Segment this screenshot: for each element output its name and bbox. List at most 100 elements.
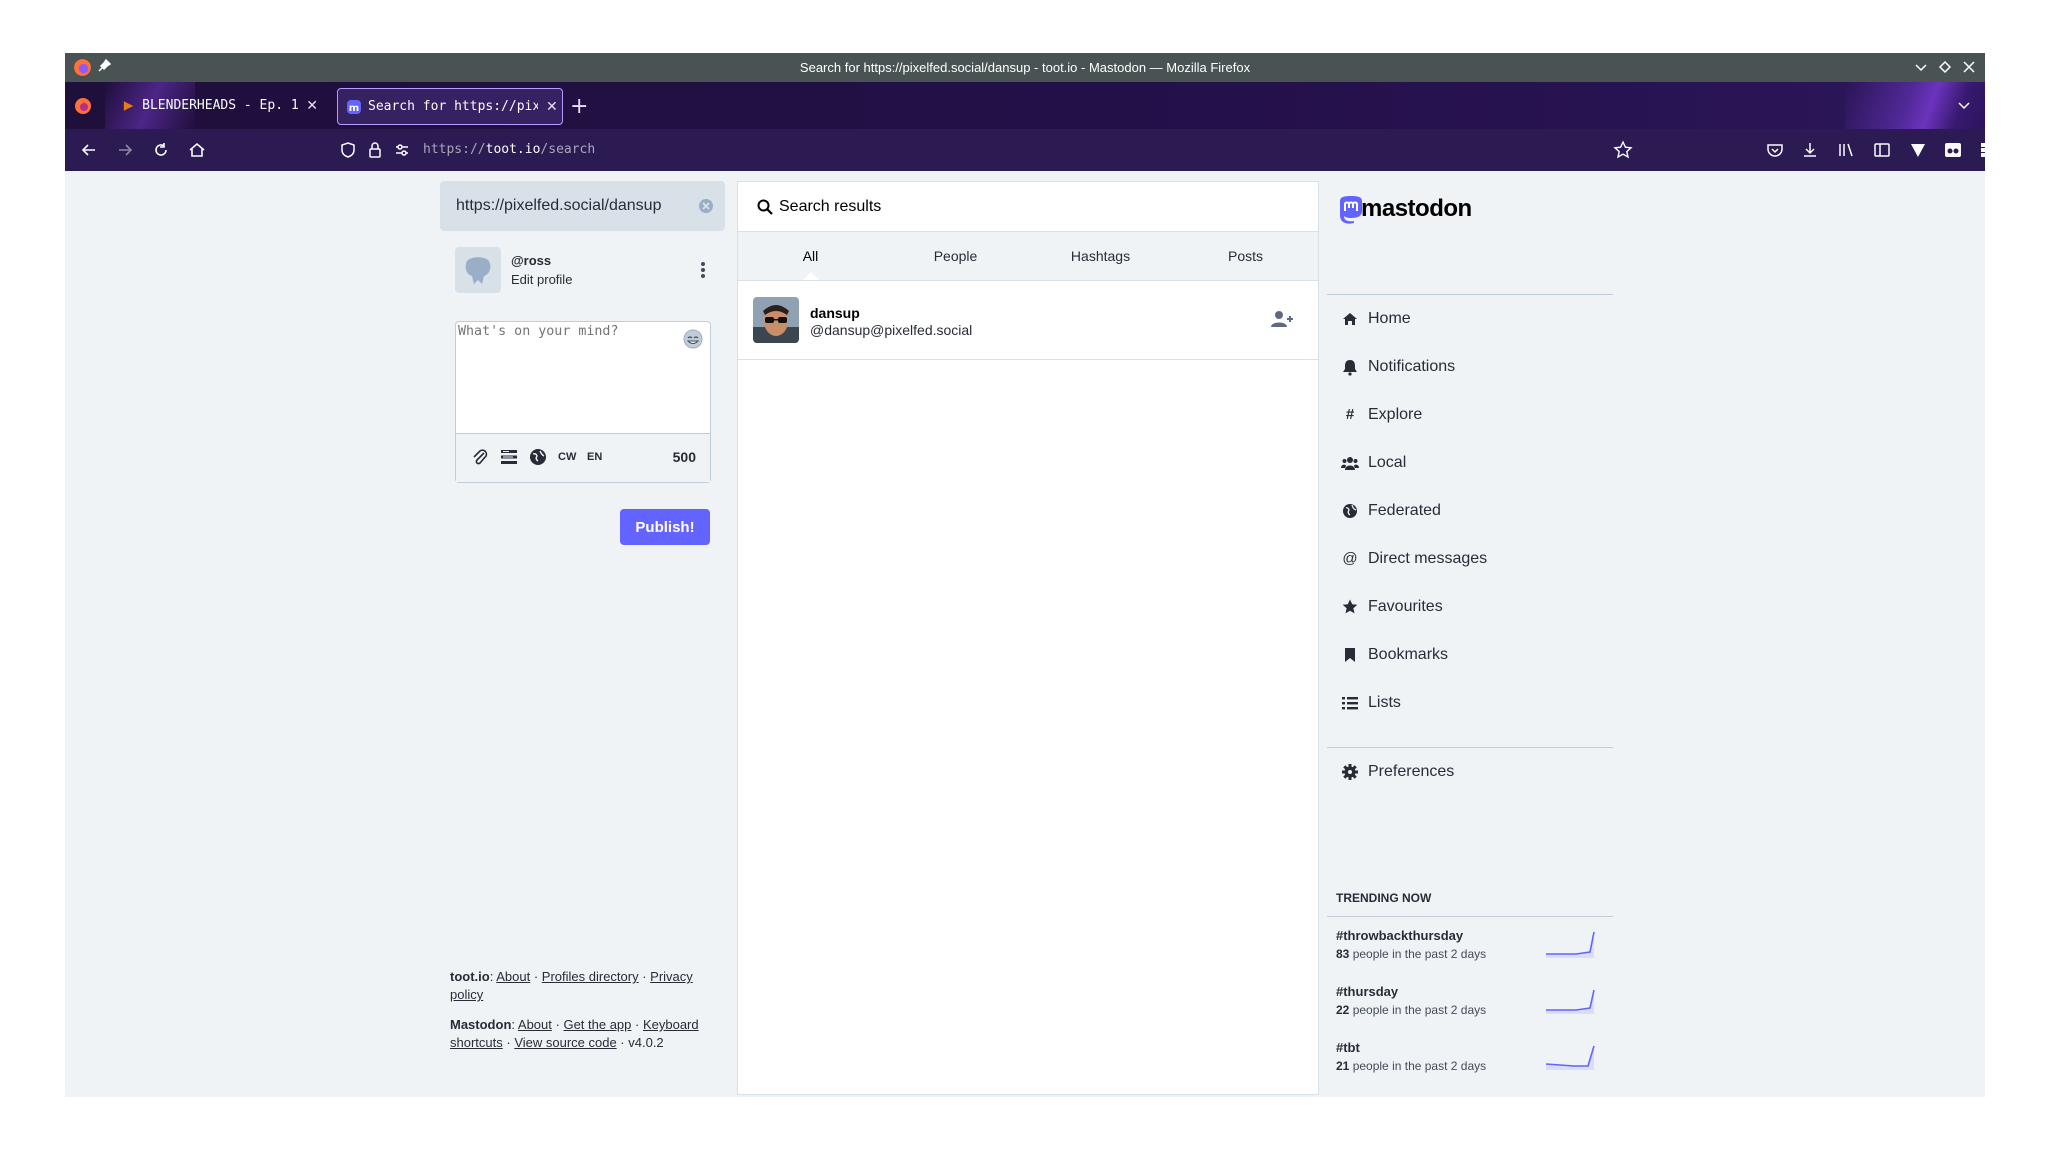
mastodon-about-link[interactable]: About	[518, 1017, 552, 1032]
nav-federated[interactable]: Federated	[1341, 496, 1441, 526]
hashtag-usage: 83 people in the past 2 days	[1336, 947, 1487, 961]
compose-textarea[interactable]	[456, 322, 714, 436]
get-the-app-link[interactable]: Get the app	[563, 1017, 631, 1032]
account-avatar[interactable]	[753, 297, 799, 343]
downloads-icon[interactable]	[1800, 140, 1820, 160]
logo-wordmark: mastodon	[1361, 195, 1472, 222]
bookmark-icon	[1345, 648, 1355, 662]
tab-all[interactable]: All	[738, 248, 883, 264]
bookmark-star-icon[interactable]	[1613, 140, 1633, 160]
edit-profile-link[interactable]: Edit profile	[511, 272, 572, 287]
close-window-icon[interactable]	[1960, 58, 1978, 76]
back-icon[interactable]	[79, 140, 99, 160]
tab-posts[interactable]: Posts	[1173, 248, 1318, 264]
list-icon	[1342, 697, 1358, 710]
version-label: v4.0.2	[628, 1035, 664, 1050]
account-display-name[interactable]: dansup	[810, 305, 860, 321]
trending-hashtag[interactable]: #thursday 22 people in the past 2 days	[1336, 984, 1606, 1028]
bell-icon	[1343, 360, 1357, 376]
apps-grid-icon[interactable]	[1978, 140, 1985, 160]
minimize-icon[interactable]	[1912, 58, 1930, 76]
nav-explore[interactable]: # Explore	[1341, 400, 1422, 430]
view-source-link[interactable]: View source code	[514, 1035, 616, 1050]
search-icon	[757, 199, 773, 215]
content-warning-button[interactable]: CW	[558, 451, 576, 463]
account-handle: @dansup@pixelfed.social	[810, 322, 973, 338]
compose-form: CW EN 500	[455, 321, 714, 483]
sparkline-chart	[1546, 1045, 1595, 1070]
divider	[1327, 916, 1613, 917]
profiles-directory-link[interactable]: Profiles directory	[542, 969, 639, 984]
clear-search-icon[interactable]	[697, 197, 715, 215]
divider	[1327, 747, 1613, 748]
home-icon	[1343, 313, 1357, 325]
firefox-view-icon[interactable]	[73, 96, 93, 116]
account-result[interactable]: dansup @dansup@pixelfed.social	[738, 281, 1318, 360]
avatar[interactable]	[455, 247, 501, 293]
home-button-icon[interactable]	[187, 140, 207, 160]
search-tabs: All People Hashtags Posts	[738, 232, 1318, 281]
sidebar-icon[interactable]	[1872, 140, 1892, 160]
search-input[interactable]: https://pixelfed.social/dansup	[440, 181, 725, 231]
tab-label: BLENDERHEADS - Ep. 1 - Pe	[142, 98, 299, 113]
more-options-icon[interactable]	[695, 259, 711, 281]
nav-home[interactable]: Home	[1341, 304, 1411, 334]
hashtag-name[interactable]: #tbt	[1336, 1040, 1360, 1055]
url-bar[interactable]: https://toot.io/search	[329, 134, 1629, 166]
mastodon-logo[interactable]: mastodon	[1337, 189, 1472, 229]
trending-hashtag[interactable]: #throwbackthursday 83 people in the past…	[1336, 928, 1606, 972]
library-icon[interactable]	[1836, 140, 1856, 160]
globe-icon	[1343, 504, 1357, 518]
close-tab-icon[interactable]: ✕	[546, 99, 558, 115]
close-tab-icon[interactable]: ✕	[306, 98, 318, 114]
extension-glasses-icon[interactable]	[1943, 140, 1963, 160]
tab-favicon-icon	[123, 100, 134, 111]
list-all-tabs-icon[interactable]	[1955, 96, 1973, 114]
poll-icon[interactable]	[499, 447, 519, 467]
hashtag-name[interactable]: #throwbackthursday	[1336, 928, 1463, 943]
language-button[interactable]: EN	[587, 451, 602, 463]
hashtag-usage: 21 people in the past 2 days	[1336, 1059, 1487, 1073]
maximize-icon[interactable]	[1936, 58, 1954, 76]
nav-favourites[interactable]: Favourites	[1341, 592, 1443, 622]
publish-button[interactable]: Publish!	[620, 509, 710, 545]
mastodon-label: Mastodon	[450, 1017, 512, 1032]
divider	[1327, 294, 1613, 295]
trending-hashtag[interactable]: #tbt 21 people in the past 2 days	[1336, 1040, 1606, 1084]
nav-preferences[interactable]: Preferences	[1341, 757, 1454, 787]
follow-user-plus-icon[interactable]	[1270, 309, 1294, 329]
nav-bookmarks[interactable]: Bookmarks	[1341, 640, 1448, 670]
new-tab-button[interactable]: +	[570, 94, 588, 119]
about-link[interactable]: About	[496, 969, 530, 984]
url-text[interactable]: https://toot.io/search	[423, 142, 595, 157]
tab-hashtags[interactable]: Hashtags	[1028, 248, 1173, 264]
users-icon	[1341, 457, 1359, 470]
extension-v-icon[interactable]	[1908, 140, 1928, 160]
attach-media-icon[interactable]	[470, 447, 490, 467]
gear-icon	[1342, 764, 1358, 780]
account-handle[interactable]: @ross	[511, 253, 551, 268]
tab-blenderheads[interactable]: BLENDERHEADS - Ep. 1 - Pe ✕	[113, 88, 318, 123]
visibility-globe-icon[interactable]	[528, 447, 548, 467]
nav-direct-messages[interactable]: @ Direct messages	[1341, 544, 1487, 574]
default-avatar-icon	[465, 257, 491, 284]
active-tab-indicator	[803, 272, 819, 280]
window-title: Search for https://pixelfed.social/dansu…	[799, 60, 1251, 75]
browser-window: Search for https://pixelfed.social/dansu…	[65, 53, 1985, 1097]
tab-search[interactable]: m Search for https://pixelf ✕	[337, 88, 563, 125]
title-bar: Search for https://pixelfed.social/dansu…	[65, 53, 1985, 82]
tab-label: Search for https://pixelf	[368, 99, 538, 114]
star-icon	[1342, 599, 1358, 614]
mastodon-favicon-icon: m	[347, 99, 361, 114]
hashtag-name[interactable]: #thursday	[1336, 984, 1398, 999]
nav-local[interactable]: Local	[1341, 448, 1406, 478]
emoji-picker-icon[interactable]	[682, 328, 704, 350]
avatar-photo-icon	[753, 297, 799, 343]
tab-people[interactable]: People	[883, 248, 1028, 264]
forward-icon[interactable]	[115, 140, 135, 160]
pocket-icon[interactable]	[1765, 140, 1785, 160]
instance-name: toot.io	[450, 969, 490, 984]
nav-notifications[interactable]: Notifications	[1341, 352, 1455, 382]
reload-icon[interactable]	[151, 140, 171, 160]
nav-lists[interactable]: Lists	[1341, 688, 1401, 718]
